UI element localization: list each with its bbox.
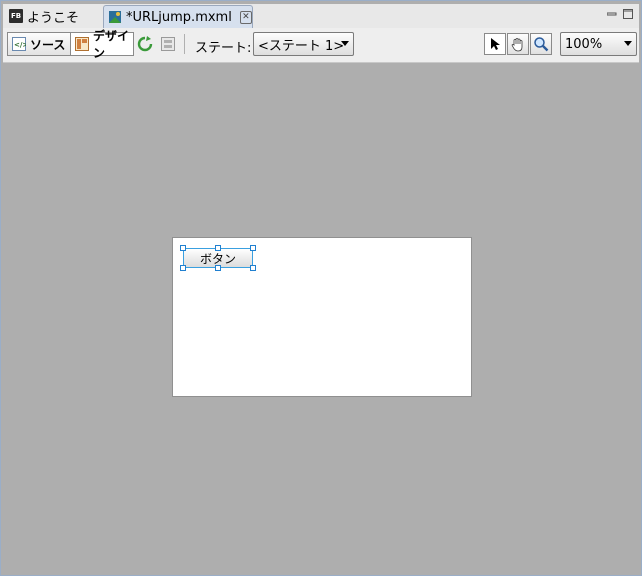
- flash-builder-icon: FB: [9, 9, 23, 23]
- selected-component[interactable]: ボタン: [180, 245, 256, 271]
- canvas-button-label: ボタン: [199, 251, 236, 266]
- zoom-magnifier-icon: [534, 37, 549, 52]
- resize-handle-bottom-left[interactable]: [180, 265, 186, 271]
- minimize-icon[interactable]: [606, 8, 617, 18]
- resize-handle-top-right[interactable]: [250, 245, 256, 251]
- chevron-down-icon: [341, 41, 349, 46]
- resize-handle-bottom[interactable]: [215, 265, 221, 271]
- state-label: ステート:: [195, 41, 252, 56]
- zoom-select[interactable]: 100%: [560, 32, 637, 56]
- svg-text:</>: </>: [14, 41, 26, 49]
- design-mode-button[interactable]: デザイン: [70, 29, 134, 60]
- editor-tab-bar: FB ようこそ *URLjump.mxml ✕: [3, 4, 639, 29]
- mxml-file-icon: [108, 10, 122, 24]
- state-select-value: <ステート 1>: [258, 38, 345, 54]
- maximize-icon[interactable]: [623, 8, 633, 19]
- select-tool-button[interactable]: [484, 33, 506, 55]
- tab-welcome[interactable]: FB ようこそ: [5, 5, 101, 27]
- resize-handle-top-left[interactable]: [180, 245, 186, 251]
- tab-urljump-label: *URLjump.mxml: [126, 9, 232, 25]
- source-mode-label: ソース: [30, 37, 66, 52]
- toolbar-separator: [184, 34, 185, 54]
- design-toolbar: </> ソース デザイン ステート: <ステート 1> 100%: [3, 28, 639, 63]
- resize-handle-top[interactable]: [215, 245, 221, 251]
- design-mode-label: デザイン: [93, 29, 130, 60]
- source-code-icon: </>: [12, 37, 28, 51]
- zoom-tool-button[interactable]: [530, 33, 552, 55]
- pan-tool-button[interactable]: [507, 33, 529, 55]
- resize-handle-bottom-right[interactable]: [250, 265, 256, 271]
- refresh-icon[interactable]: [137, 36, 153, 52]
- design-view-icon: [75, 37, 89, 51]
- tab-welcome-label: ようこそ: [27, 10, 80, 26]
- select-arrow-icon: [491, 38, 500, 50]
- source-mode-button[interactable]: </> ソース: [7, 32, 71, 56]
- state-select[interactable]: <ステート 1>: [253, 32, 354, 56]
- layout-icon[interactable]: [160, 36, 176, 52]
- tab-urljump-mxml[interactable]: *URLjump.mxml ✕: [103, 5, 253, 28]
- editor-window: FB ようこそ *URLjump.mxml ✕ </> ソース デザイン ステー…: [0, 0, 642, 576]
- design-canvas[interactable]: ボタン: [172, 237, 472, 397]
- zoom-select-value: 100%: [565, 36, 603, 52]
- pan-hand-icon: [511, 38, 523, 52]
- chevron-down-icon: [624, 41, 632, 46]
- close-icon[interactable]: ✕: [239, 10, 252, 24]
